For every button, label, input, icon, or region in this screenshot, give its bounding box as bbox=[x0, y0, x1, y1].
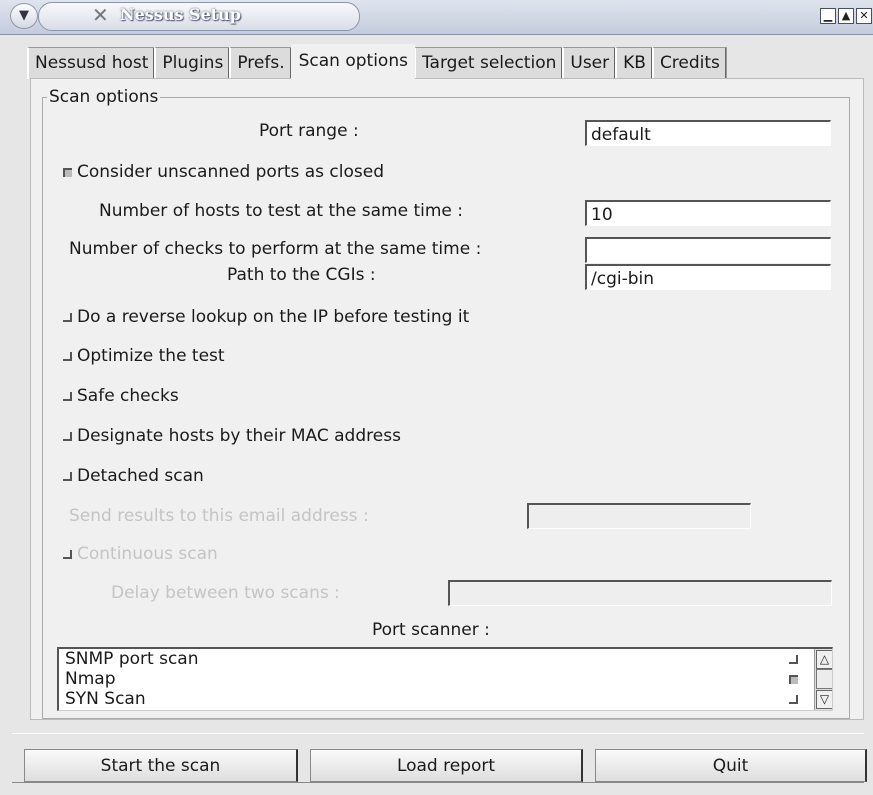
checkbox-unchecked-icon[interactable] bbox=[789, 695, 798, 704]
list-item[interactable]: Nmap bbox=[65, 669, 116, 689]
mac-address-label: Designate hosts by their MAC address bbox=[77, 426, 401, 446]
title-bar: ▼ ✕ Nessus Setup ▁ ▲ ✕ bbox=[0, 0, 873, 35]
cgi-path-input[interactable]: /cgi-bin bbox=[585, 264, 831, 290]
checkbox-unchecked-icon bbox=[63, 391, 72, 401]
port-scanner-list: SNMP port scan Nmap SYN Scan △ ▽ bbox=[57, 647, 833, 711]
continuous-scan-checkbox[interactable]: Continuous scan bbox=[63, 544, 218, 564]
cgi-path-label: Path to the CGIs : bbox=[227, 265, 376, 285]
quit-button[interactable]: Quit bbox=[595, 749, 867, 782]
list-item[interactable]: SYN Scan bbox=[65, 689, 146, 709]
tab-scan-options[interactable]: Scan options bbox=[290, 44, 415, 79]
optimize-checkbox[interactable]: Optimize the test bbox=[63, 346, 225, 366]
mac-address-checkbox[interactable]: Designate hosts by their MAC address bbox=[63, 426, 401, 446]
checkbox-unchecked-icon bbox=[63, 351, 72, 361]
tab-credits[interactable]: Credits bbox=[651, 47, 727, 79]
detached-scan-label: Detached scan bbox=[77, 466, 204, 486]
tab-plugins[interactable]: Plugins bbox=[154, 47, 231, 79]
checks-same-time-label: Number of checks to perform at the same … bbox=[69, 239, 482, 259]
checkbox-unchecked-icon bbox=[63, 471, 72, 481]
hosts-same-time-label: Number of hosts to test at the same time… bbox=[99, 201, 463, 221]
port-scanner-scrollbar[interactable]: △ ▽ bbox=[814, 649, 832, 710]
detached-scan-checkbox[interactable]: Detached scan bbox=[63, 466, 204, 486]
tab-target-selection[interactable]: Target selection bbox=[413, 47, 564, 79]
port-range-label: Port range : bbox=[259, 121, 359, 141]
scroll-down-icon[interactable]: ▽ bbox=[816, 690, 832, 709]
checkbox-checked-icon bbox=[63, 167, 72, 177]
tab-nessusd-host[interactable]: Nessusd host bbox=[27, 47, 156, 79]
list-item[interactable]: SNMP port scan bbox=[65, 649, 198, 669]
consider-unscanned-checkbox[interactable]: Consider unscanned ports as closed bbox=[63, 162, 384, 182]
checkbox-unchecked-icon[interactable] bbox=[789, 655, 798, 664]
start-scan-button[interactable]: Start the scan bbox=[24, 749, 298, 782]
checkbox-unchecked-icon bbox=[63, 549, 72, 559]
tab-bar: Nessusd host Plugins Prefs. Scan options… bbox=[27, 44, 727, 79]
tab-prefs[interactable]: Prefs. bbox=[229, 47, 292, 79]
delay-input[interactable] bbox=[448, 580, 832, 606]
checks-same-time-input[interactable] bbox=[585, 237, 831, 263]
port-range-input[interactable]: default bbox=[585, 120, 831, 146]
checkbox-unchecked-icon bbox=[63, 312, 72, 322]
scroll-thumb[interactable] bbox=[816, 669, 832, 689]
email-label: Send results to this email address : bbox=[69, 506, 369, 526]
menu-chevron-icon: ▼ bbox=[19, 8, 29, 23]
port-scanner-label: Port scanner : bbox=[372, 620, 490, 640]
scan-options-legend: Scan options bbox=[47, 87, 161, 107]
window-title: Nessus Setup bbox=[120, 5, 241, 24]
hosts-same-time-input[interactable]: 10 bbox=[585, 200, 831, 226]
reverse-lookup-checkbox[interactable]: Do a reverse lookup on the IP before tes… bbox=[63, 307, 469, 327]
safe-checks-label: Safe checks bbox=[77, 386, 179, 406]
consider-unscanned-label: Consider unscanned ports as closed bbox=[77, 162, 385, 182]
load-report-button[interactable]: Load report bbox=[310, 749, 583, 782]
close-x-icon: ✕ bbox=[92, 3, 109, 27]
optimize-label: Optimize the test bbox=[77, 346, 225, 366]
window-menu-button[interactable]: ▼ bbox=[10, 3, 38, 29]
tab-user[interactable]: User bbox=[562, 47, 617, 79]
reverse-lookup-label: Do a reverse lookup on the IP before tes… bbox=[77, 307, 470, 327]
continuous-scan-label: Continuous scan bbox=[77, 544, 218, 564]
tab-kb[interactable]: KB bbox=[615, 47, 653, 79]
safe-checks-checkbox[interactable]: Safe checks bbox=[63, 386, 179, 406]
email-input[interactable] bbox=[527, 503, 751, 529]
maximize-icon[interactable]: ▲ bbox=[838, 8, 854, 24]
delay-label: Delay between two scans : bbox=[111, 583, 340, 603]
scroll-up-icon[interactable]: △ bbox=[816, 650, 832, 669]
checkbox-unchecked-icon bbox=[63, 431, 72, 441]
checkbox-checked-icon[interactable] bbox=[789, 675, 798, 684]
minimize-icon[interactable]: ▁ bbox=[820, 8, 836, 24]
close-icon[interactable]: ✕ bbox=[856, 8, 872, 24]
